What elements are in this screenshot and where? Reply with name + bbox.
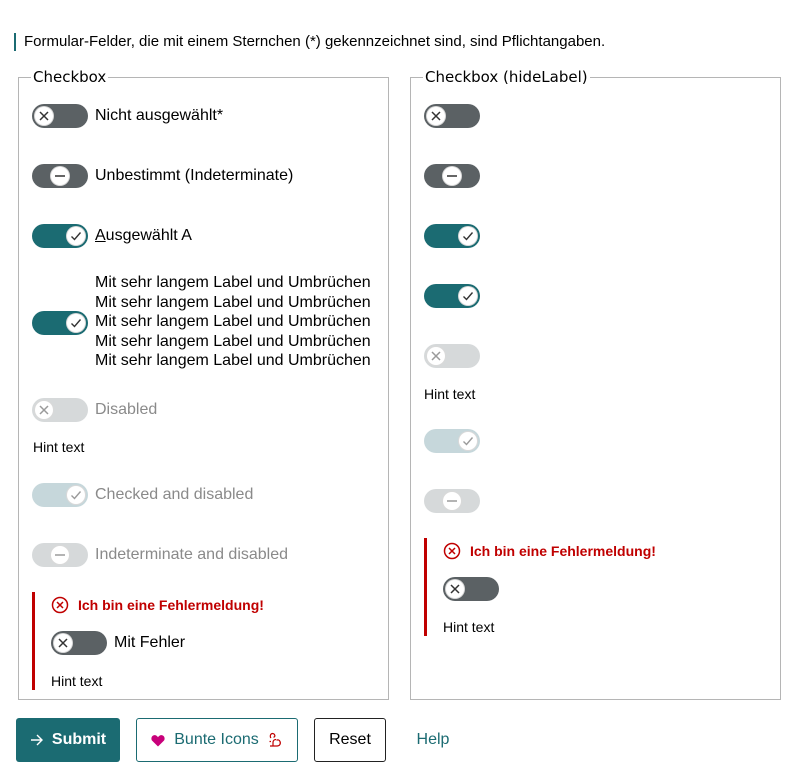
- reset-label: Reset: [329, 731, 371, 748]
- toggle-disabled: [32, 398, 88, 422]
- required-fields-note: Formular-Felder, die mit einem Sternchen…: [14, 33, 605, 51]
- toggle-label: Mit Fehler: [114, 634, 186, 651]
- panel-legend: Checkbox: [33, 68, 107, 86]
- squirrel-icon: [269, 732, 281, 747]
- error-group: [32, 592, 35, 690]
- toggle-selected[interactable]: [424, 224, 480, 248]
- toggle-label-long: Mit sehr langem Label und Umbrüchen Mit …: [95, 274, 371, 369]
- toggle-label: Ausgewählt A: [95, 227, 192, 244]
- toggle-indeterminate[interactable]: [32, 164, 88, 188]
- check-icon: [66, 226, 86, 246]
- access-key: A: [95, 227, 106, 244]
- toggle-disabled: [424, 344, 480, 368]
- error-message: Ich bin eine Fehlermeldung!: [470, 543, 656, 559]
- x-icon: [53, 633, 73, 653]
- submit-label: Submit: [51, 731, 107, 748]
- toggle-checked-disabled: [424, 429, 480, 453]
- toggle-indeterminate[interactable]: [424, 164, 480, 188]
- x-icon: [445, 579, 465, 599]
- toggle-checked-disabled: [32, 483, 88, 507]
- heart-icon: [151, 734, 165, 746]
- toggle-not-selected[interactable]: [32, 104, 88, 128]
- toggle-label: Nicht ausgewählt*: [95, 107, 224, 124]
- minus-icon: [50, 166, 70, 186]
- checkbox-hidelabel-panel: Checkbox (hideLabel): [410, 68, 781, 700]
- x-icon: [426, 106, 446, 126]
- arrow-right-icon: [30, 734, 43, 746]
- toggle-indeterminate-disabled: [424, 489, 480, 513]
- check-icon: [66, 485, 86, 505]
- help-link[interactable]: Help: [404, 718, 462, 762]
- check-icon: [66, 313, 86, 333]
- hint-text: Hint text: [51, 673, 103, 689]
- check-icon: [458, 286, 478, 306]
- hint-text: Hint text: [424, 386, 476, 402]
- toggle-indeterminate-disabled: [32, 543, 88, 567]
- toggle-with-error[interactable]: [443, 577, 499, 601]
- toggle-with-error[interactable]: [51, 631, 107, 655]
- error-group: [424, 538, 427, 636]
- x-icon: [426, 346, 446, 366]
- check-icon: [458, 431, 478, 451]
- toggle-long-label[interactable]: [424, 284, 480, 308]
- hint-text: Hint text: [443, 619, 495, 635]
- minus-icon: [442, 166, 462, 186]
- colorful-icons-label: Bunte Icons: [174, 731, 259, 748]
- x-icon: [34, 400, 54, 420]
- toggle-selected-a[interactable]: [32, 224, 88, 248]
- panel-legend: Checkbox (hideLabel): [425, 68, 588, 86]
- minus-icon: [50, 545, 70, 565]
- toggle-label: Disabled: [95, 401, 158, 418]
- help-label: Help: [416, 731, 450, 748]
- error-circle-icon: [51, 596, 69, 614]
- submit-button[interactable]: Submit: [16, 718, 120, 762]
- error-message: Ich bin eine Fehlermeldung!: [78, 597, 264, 613]
- toggle-label: Indeterminate and disabled: [95, 546, 289, 563]
- reset-button[interactable]: Reset: [314, 718, 386, 762]
- toggle-label: Unbestimmt (Indeterminate): [95, 167, 294, 184]
- toggle-label: Checked and disabled: [95, 486, 254, 503]
- x-icon: [34, 106, 54, 126]
- minus-icon: [442, 491, 462, 511]
- check-icon: [458, 226, 478, 246]
- toggle-not-selected[interactable]: [424, 104, 480, 128]
- colorful-icons-button[interactable]: Bunte Icons: [136, 718, 298, 762]
- toggle-long-label[interactable]: [32, 311, 88, 335]
- error-circle-icon: [443, 542, 461, 560]
- hint-text: Hint text: [33, 439, 85, 455]
